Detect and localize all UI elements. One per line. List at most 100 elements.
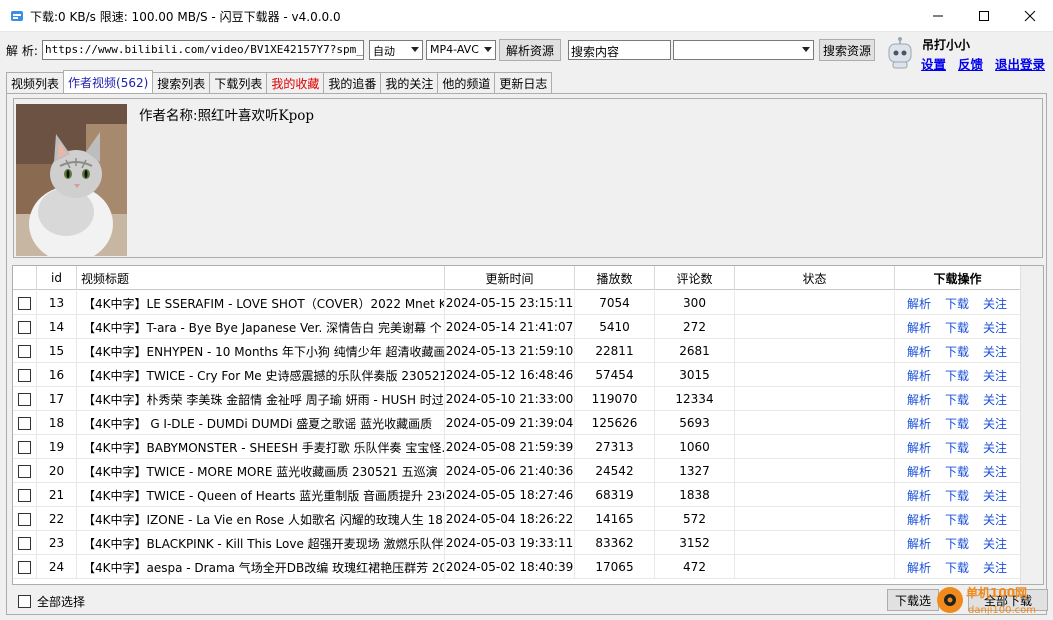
row-status — [735, 507, 895, 531]
row-id: 20 — [37, 459, 77, 483]
row-parse-link[interactable]: 解析 — [907, 487, 931, 504]
row-parse-link[interactable]: 解析 — [907, 319, 931, 336]
tab-author-videos[interactable]: 作者视频(562) — [63, 70, 154, 93]
maximize-button[interactable] — [961, 0, 1007, 32]
minimize-button[interactable] — [915, 0, 961, 32]
url-input[interactable]: https://www.bilibili.com/video/BV1XE4215… — [42, 40, 364, 60]
search-input[interactable]: 搜索内容 — [568, 40, 671, 60]
tab-changelog[interactable]: 更新日志 — [494, 72, 553, 93]
search-resource-button[interactable]: 搜索资源 — [819, 39, 875, 61]
row-follow-link[interactable]: 关注 — [983, 463, 1007, 480]
header-status[interactable]: 状态 — [735, 266, 895, 290]
row-download-link[interactable]: 下载 — [945, 295, 969, 312]
row-follow-link[interactable]: 关注 — [983, 439, 1007, 456]
row-download-link[interactable]: 下载 — [945, 463, 969, 480]
table-row[interactable]: 22 【4K中字】IZONE - La Vie en Rose 人如歌名 闪耀的玫… — [13, 507, 1043, 531]
row-ops: 解析 下载 关注 — [895, 459, 1021, 483]
row-status — [735, 363, 895, 387]
table-row[interactable]: 20 【4K中字】TWICE - MORE MORE 蓝光收藏画质 230521 … — [13, 459, 1043, 483]
row-follow-link[interactable]: 关注 — [983, 367, 1007, 384]
row-checkbox[interactable] — [13, 387, 37, 411]
row-download-link[interactable]: 下载 — [945, 319, 969, 336]
parse-resource-button[interactable]: 解析资源 — [499, 39, 561, 61]
author-name-label: 作者名称: — [139, 108, 198, 124]
row-follow-link[interactable]: 关注 — [983, 511, 1007, 528]
table-row[interactable]: 19 【4K中字】BABYMONSTER - SHEESH 手麦打歌 乐队伴奏 宝… — [13, 435, 1043, 459]
close-button[interactable] — [1007, 0, 1053, 32]
header-id[interactable]: id — [37, 266, 77, 290]
row-parse-link[interactable]: 解析 — [907, 559, 931, 576]
row-comments: 300 — [655, 291, 735, 315]
table-row[interactable]: 23 【4K中字】BLACKPINK - Kill This Love 超强开麦现… — [13, 531, 1043, 555]
quality-select[interactable]: 自动 — [369, 40, 423, 60]
row-parse-link[interactable]: 解析 — [907, 463, 931, 480]
row-parse-link[interactable]: 解析 — [907, 535, 931, 552]
row-download-link[interactable]: 下载 — [945, 439, 969, 456]
row-checkbox[interactable] — [13, 363, 37, 387]
row-download-link[interactable]: 下载 — [945, 511, 969, 528]
table-row[interactable]: 14 【4K中字】T-ara - Bye Bye Japanese Ver. 深情… — [13, 315, 1043, 339]
row-download-link[interactable]: 下载 — [945, 367, 969, 384]
logout-link[interactable]: 退出登录 — [995, 54, 1045, 73]
row-download-link[interactable]: 下载 — [945, 391, 969, 408]
row-download-link[interactable]: 下载 — [945, 415, 969, 432]
search-source-select[interactable] — [673, 40, 814, 60]
table-row[interactable]: 16 【4K中字】TWICE - Cry For Me 史诗感震撼的乐队伴奏版 2… — [13, 363, 1043, 387]
format-select[interactable]: MP4-AVC — [426, 40, 496, 60]
row-checkbox[interactable] — [13, 459, 37, 483]
row-checkbox[interactable] — [13, 555, 37, 579]
table-row[interactable]: 24 【4K中字】aespa - Drama 气场全开DB改编 玫瑰红裙艳压群芳 … — [13, 555, 1043, 579]
header-time[interactable]: 更新时间 — [445, 266, 575, 290]
tab-my-following[interactable]: 我的关注 — [380, 72, 439, 93]
row-follow-link[interactable]: 关注 — [983, 415, 1007, 432]
row-follow-link[interactable]: 关注 — [983, 487, 1007, 504]
row-download-link[interactable]: 下载 — [945, 535, 969, 552]
vertical-scrollbar[interactable] — [1020, 266, 1043, 584]
row-parse-link[interactable]: 解析 — [907, 295, 931, 312]
row-follow-link[interactable]: 关注 — [983, 295, 1007, 312]
row-parse-link[interactable]: 解析 — [907, 415, 931, 432]
tab-download-list[interactable]: 下载列表 — [209, 72, 268, 93]
row-parse-link[interactable]: 解析 — [907, 343, 931, 360]
row-parse-link[interactable]: 解析 — [907, 439, 931, 456]
row-checkbox[interactable] — [13, 435, 37, 459]
row-parse-link[interactable]: 解析 — [907, 511, 931, 528]
row-follow-link[interactable]: 关注 — [983, 391, 1007, 408]
row-checkbox[interactable] — [13, 291, 37, 315]
row-checkbox[interactable] — [13, 315, 37, 339]
table-row[interactable]: 13 【4K中字】LE SSERAFIM - LOVE SHOT（COVER）20… — [13, 291, 1043, 315]
row-follow-link[interactable]: 关注 — [983, 319, 1007, 336]
table-row[interactable]: 15 【4K中字】ENHYPEN - 10 Months 年下小狗 纯情少年 超清… — [13, 339, 1043, 363]
tab-search-list[interactable]: 搜索列表 — [152, 72, 211, 93]
header-plays[interactable]: 播放数 — [575, 266, 655, 290]
header-comments[interactable]: 评论数 — [655, 266, 735, 290]
header-title[interactable]: 视频标题 — [77, 266, 445, 290]
row-download-link[interactable]: 下载 — [945, 559, 969, 576]
row-comments: 1327 — [655, 459, 735, 483]
tab-his-channel[interactable]: 他的频道 — [437, 72, 496, 93]
row-download-link[interactable]: 下载 — [945, 343, 969, 360]
row-parse-link[interactable]: 解析 — [907, 391, 931, 408]
table-row[interactable]: 17 【4K中字】朴秀荣 李美珠 金韶情 金祉呼 周子瑜 妍雨 - HUSH 时过… — [13, 387, 1043, 411]
table-row[interactable]: 18 【4K中字】 G I-DLE - DUMDi DUMDi 盛夏之歌谣 蓝光收… — [13, 411, 1043, 435]
row-time: 2024-05-09 21:39:04 — [445, 411, 575, 435]
select-all-checkbox[interactable]: 全部选择 — [18, 593, 85, 610]
checkbox-icon — [18, 595, 31, 608]
row-follow-link[interactable]: 关注 — [983, 343, 1007, 360]
row-checkbox[interactable] — [13, 531, 37, 555]
row-checkbox[interactable] — [13, 483, 37, 507]
tab-my-bangumi[interactable]: 我的追番 — [323, 72, 382, 93]
settings-link[interactable]: 设置 — [921, 54, 946, 73]
row-parse-link[interactable]: 解析 — [907, 367, 931, 384]
row-follow-link[interactable]: 关注 — [983, 559, 1007, 576]
row-download-link[interactable]: 下载 — [945, 487, 969, 504]
row-checkbox[interactable] — [13, 411, 37, 435]
table-row[interactable]: 21 【4K中字】TWICE - Queen of Hearts 蓝光重制版 音画… — [13, 483, 1043, 507]
tab-my-favorites[interactable]: 我的收藏 — [266, 72, 325, 93]
robot-avatar-icon — [888, 37, 912, 69]
row-follow-link[interactable]: 关注 — [983, 535, 1007, 552]
tab-video-list[interactable]: 视频列表 — [6, 72, 65, 93]
row-checkbox[interactable] — [13, 339, 37, 363]
feedback-link[interactable]: 反馈 — [958, 54, 983, 73]
row-checkbox[interactable] — [13, 507, 37, 531]
